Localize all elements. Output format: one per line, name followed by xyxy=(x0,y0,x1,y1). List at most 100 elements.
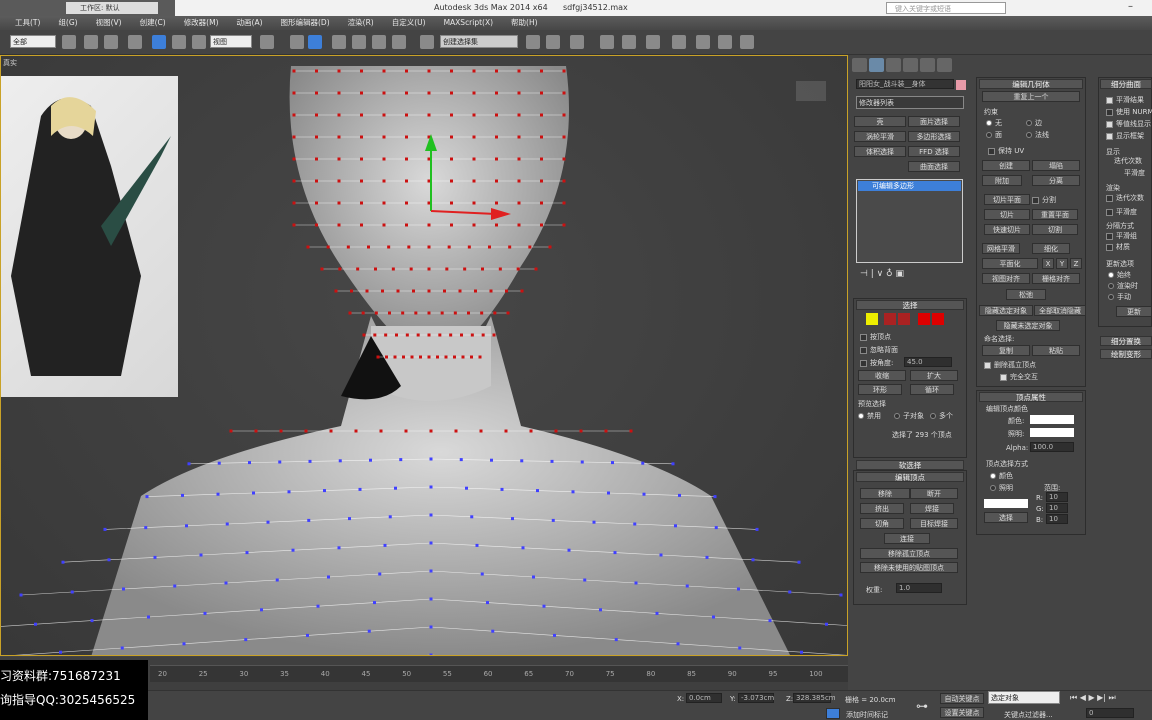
mesh-vertex[interactable] xyxy=(540,113,543,117)
menu-item[interactable]: 渲染(R) xyxy=(339,16,383,30)
panel-button[interactable]: 目标焊接 xyxy=(910,518,958,529)
mesh-vertex[interactable] xyxy=(348,311,352,315)
panel-button[interactable]: 网格平滑 xyxy=(982,243,1020,254)
stack-tools-icons[interactable]: ⊣ | ∨ ♁ ▣ xyxy=(860,269,904,279)
mesh-vertex[interactable] xyxy=(427,223,431,227)
mesh-vertex[interactable] xyxy=(465,486,468,490)
mesh-vertex[interactable] xyxy=(181,493,184,497)
mesh-vertex[interactable] xyxy=(800,650,803,654)
mesh-vertex[interactable] xyxy=(315,113,318,117)
panel-button[interactable]: Z xyxy=(1070,258,1082,269)
mesh-vertex[interactable] xyxy=(481,333,485,337)
mesh-vertex[interactable] xyxy=(508,245,512,249)
mesh-vertex[interactable] xyxy=(405,333,409,337)
toolbar-tool-icon[interactable] xyxy=(600,35,614,49)
mesh-vertex[interactable] xyxy=(185,524,188,528)
update-radio[interactable]: 始终 xyxy=(1108,270,1131,280)
mesh-vertex[interactable] xyxy=(655,611,659,615)
mesh-vertex[interactable] xyxy=(34,622,37,626)
mesh-vertex[interactable] xyxy=(562,91,566,95)
mesh-vertex[interactable] xyxy=(472,113,476,117)
mesh-vertex[interactable] xyxy=(369,458,372,462)
mesh-vertex[interactable] xyxy=(705,555,709,559)
subobject-level-icon[interactable] xyxy=(932,313,944,325)
mesh-vertex[interactable] xyxy=(450,179,453,183)
workspace-dropdown[interactable]: 工作区: 默认 xyxy=(66,2,158,14)
mesh-vertex[interactable] xyxy=(367,629,371,633)
mesh-vertex[interactable] xyxy=(360,135,363,139)
mesh-vertex[interactable] xyxy=(486,601,489,605)
panel-button[interactable]: 创建 xyxy=(982,160,1030,171)
panel-button[interactable]: 切片平面 xyxy=(984,194,1030,205)
mesh-vertex[interactable] xyxy=(634,581,638,585)
timeline-ruler[interactable]: 20 25 30 35 40 45 50 55 60 65 70 75 80 85 90 95 100 xyxy=(150,665,848,682)
split-checkbox[interactable]: 分割 xyxy=(1032,195,1056,205)
mesh-vertex[interactable] xyxy=(306,633,309,637)
mesh-vertex[interactable] xyxy=(475,543,479,547)
mesh-vertex[interactable] xyxy=(248,461,251,465)
mesh-vertex[interactable] xyxy=(629,429,633,433)
mesh-vertex[interactable] xyxy=(323,489,326,493)
mesh-vertex[interactable] xyxy=(676,642,680,646)
mesh-vertex[interactable] xyxy=(472,157,476,161)
update-radio[interactable]: 渲染时 xyxy=(1108,281,1138,291)
tab-display-icon[interactable] xyxy=(920,58,935,72)
mesh-vertex[interactable] xyxy=(385,355,388,359)
mesh-vertex[interactable] xyxy=(751,558,755,562)
mesh-vertex[interactable] xyxy=(472,135,476,139)
mesh-vertex[interactable] xyxy=(540,91,543,95)
by-vertex-checkbox[interactable]: 按顶点 xyxy=(860,332,891,342)
panel-button[interactable]: 挤出 xyxy=(860,503,904,514)
panel-button[interactable]: 细化 xyxy=(1032,243,1070,254)
mesh-vertex[interactable] xyxy=(59,650,62,654)
mesh-vertex[interactable] xyxy=(367,245,370,249)
mesh-vertex[interactable] xyxy=(338,459,342,463)
rollout-header[interactable]: 细分置换 xyxy=(1100,336,1152,346)
panel-button[interactable]: 松弛 xyxy=(1006,289,1046,300)
toolbar-tool-icon[interactable] xyxy=(172,35,186,49)
mesh-vertex[interactable] xyxy=(453,355,456,359)
mesh-vertex[interactable] xyxy=(429,429,433,433)
toolbar-tool-icon[interactable] xyxy=(372,35,386,49)
modifier-button[interactable]: 壳 xyxy=(854,116,906,127)
mesh-vertex[interactable] xyxy=(373,601,376,605)
key-filters-button[interactable]: 关键点过滤器... xyxy=(1004,710,1053,720)
toolbar-tool-icon[interactable] xyxy=(740,35,754,49)
mesh-vertex[interactable] xyxy=(429,485,433,489)
mesh-vertex[interactable] xyxy=(365,289,369,293)
mesh-vertex[interactable] xyxy=(453,311,457,315)
mesh-vertex[interactable] xyxy=(419,355,422,359)
mesh-vertex[interactable] xyxy=(326,245,330,249)
toolbar-tool-icon[interactable] xyxy=(84,35,98,49)
separate-checkbox[interactable]: 材质 xyxy=(1106,242,1130,252)
mesh-vertex[interactable] xyxy=(495,113,498,117)
constraint-radio[interactable]: 面 xyxy=(986,130,1002,140)
mesh-vertex[interactable] xyxy=(641,461,645,465)
toolbar-tool-icon[interactable] xyxy=(622,35,636,49)
mesh-vertex[interactable] xyxy=(374,311,378,315)
mesh-vertex[interactable] xyxy=(797,560,801,564)
mesh-vertex[interactable] xyxy=(252,491,255,495)
subdiv-checkbox[interactable]: 平滑结果 xyxy=(1106,95,1144,105)
panel-button[interactable]: 复制 xyxy=(982,345,1030,356)
mesh-vertex[interactable] xyxy=(685,584,689,588)
preview-radio[interactable]: 多个 xyxy=(930,411,953,421)
subdiv-checkbox[interactable]: 等值线显示 xyxy=(1106,119,1151,129)
mesh-vertex[interactable] xyxy=(304,429,308,433)
mesh-vertex[interactable] xyxy=(504,429,508,433)
mesh-vertex[interactable] xyxy=(438,333,442,337)
mesh-vertex[interactable] xyxy=(571,490,575,494)
panel-button[interactable]: 切割 xyxy=(1032,224,1078,235)
mesh-vertex[interactable] xyxy=(402,355,405,359)
mesh-vertex[interactable] xyxy=(373,333,377,337)
mesh-vertex[interactable] xyxy=(315,135,318,139)
mesh-vertex[interactable] xyxy=(474,289,477,293)
mesh-vertex[interactable] xyxy=(470,333,474,337)
object-color-swatch[interactable] xyxy=(956,80,966,90)
modifier-button[interactable]: 多边形选择 xyxy=(908,131,960,142)
toolbar-tool-icon[interactable] xyxy=(718,35,732,49)
mesh-vertex[interactable] xyxy=(611,461,614,465)
range-g-spinner[interactable]: 10 xyxy=(1046,503,1068,513)
toolbar-tool-icon[interactable] xyxy=(392,35,406,49)
range-b-spinner[interactable]: 10 xyxy=(1046,514,1068,524)
